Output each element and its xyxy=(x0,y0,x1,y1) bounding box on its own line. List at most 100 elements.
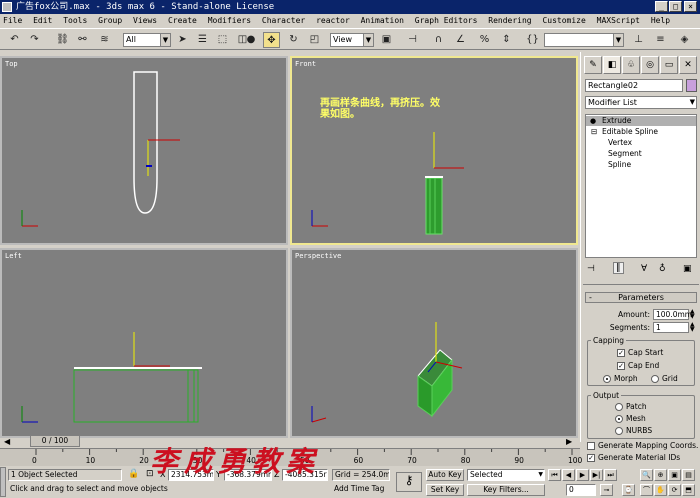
parameters-rollout-header[interactable]: - Parameters xyxy=(585,292,697,303)
go-to-end-icon[interactable]: ⏭ xyxy=(604,469,617,481)
angle-snap-icon[interactable]: ∠ xyxy=(452,32,469,48)
menu-rendering[interactable]: Rendering xyxy=(488,16,531,25)
menu-character[interactable]: Character xyxy=(262,16,305,25)
pin-stack-icon[interactable]: ⊣ xyxy=(587,264,595,274)
menu-tools[interactable]: Tools xyxy=(63,16,87,25)
key-filters-button[interactable]: Key Filters... xyxy=(467,484,545,496)
cap-end-checkbox[interactable]: ✓ Cap End xyxy=(617,361,659,370)
amount-spinner[interactable]: 100.0mm xyxy=(653,309,692,320)
display-tab-icon[interactable]: ▭ xyxy=(660,56,678,74)
time-configuration-icon[interactable]: ⌚ xyxy=(622,484,635,496)
pan-icon[interactable]: ✋ xyxy=(654,484,667,496)
stack-item-segment[interactable]: Segment xyxy=(608,149,642,159)
stack-item-vertex[interactable]: Vertex xyxy=(608,138,632,148)
viewport-perspective[interactable]: Perspective xyxy=(290,248,578,438)
menu-modifiers[interactable]: Modifiers xyxy=(208,16,251,25)
lock-selection-icon[interactable]: 🔒 xyxy=(128,469,139,479)
menu-edit[interactable]: Edit xyxy=(33,16,52,25)
menu-group[interactable]: Group xyxy=(98,16,122,25)
bind-space-warp-icon[interactable]: ≋ xyxy=(96,32,113,48)
menu-views[interactable]: Views xyxy=(133,16,157,25)
create-tab-icon[interactable]: ✎ xyxy=(584,56,602,74)
previous-key-icon[interactable]: ◀ xyxy=(562,469,575,481)
cap-start-checkbox[interactable]: ✓ Cap Start xyxy=(617,348,663,357)
menu-maxscript[interactable]: MAXScript xyxy=(597,16,640,25)
record-icon[interactable]: ● xyxy=(244,32,258,48)
grid-radio[interactable]: Grid xyxy=(651,374,678,383)
play-icon[interactable]: ▶ xyxy=(576,469,589,481)
zoom-icon[interactable]: 🔍 xyxy=(640,469,653,481)
app-icon[interactable] xyxy=(2,2,12,12)
menu-animation[interactable]: Animation xyxy=(361,16,404,25)
go-to-start-icon[interactable]: ⏮ xyxy=(548,469,561,481)
material-editor-icon[interactable]: ◈ xyxy=(676,32,693,48)
lightbulb-icon[interactable]: ● xyxy=(590,116,596,126)
named-selection-dropdown[interactable]: ▼ xyxy=(544,33,624,47)
segments-spinner[interactable]: 1 xyxy=(653,322,689,333)
stack-item-editable-spline[interactable]: Editable Spline xyxy=(602,127,658,137)
morph-radio[interactable]: Morph xyxy=(603,374,638,383)
mirror-icon[interactable]: ⊣ xyxy=(404,32,421,48)
mirror-tool-icon[interactable]: ⊥ xyxy=(630,32,647,48)
set-key-mode-icon[interactable]: ⚷ xyxy=(396,472,422,492)
pivot-center-icon[interactable]: ▣ xyxy=(378,32,395,48)
viewport-front[interactable]: Front 再画样条曲线，再挤压。效果如图。 xyxy=(290,56,578,245)
zoom-extents-all-icon[interactable]: ▤ xyxy=(682,469,695,481)
object-color-swatch[interactable] xyxy=(686,79,697,92)
selection-filter-dropdown[interactable]: All ▼ xyxy=(123,33,171,47)
configure-modifier-sets-icon[interactable]: ▣ xyxy=(683,264,692,274)
menu-file[interactable]: File xyxy=(3,16,22,25)
unlink-icon[interactable]: ⚯ xyxy=(74,32,91,48)
modifier-list-dropdown[interactable]: Modifier List ▼ xyxy=(585,96,697,109)
select-object-icon[interactable]: ➤ xyxy=(174,32,191,48)
current-frame-field[interactable]: 0 xyxy=(566,484,596,496)
rectangular-selection-icon[interactable]: ⬚ xyxy=(214,32,231,48)
field-of-view-icon[interactable]: ⌒ xyxy=(640,484,653,496)
mesh-radio[interactable]: Mesh xyxy=(615,414,646,423)
redo-icon[interactable]: ↷ xyxy=(26,32,43,48)
stack-item-spline[interactable]: Spline xyxy=(608,160,631,170)
next-key-icon[interactable]: ▶| xyxy=(590,469,603,481)
spinner-arrows-icon[interactable]: ▲ ▼ xyxy=(690,309,695,320)
make-unique-icon[interactable]: ∀ xyxy=(641,264,647,274)
utilities-tab-icon[interactable]: ✕ xyxy=(679,56,697,74)
menu-reactor[interactable]: reactor xyxy=(316,16,350,25)
key-mode-toggle-icon[interactable]: ⊸ xyxy=(600,484,613,496)
select-link-icon[interactable]: ⛓ xyxy=(54,32,71,48)
select-and-rotate-icon[interactable]: ↻ xyxy=(285,32,302,48)
undo-icon[interactable]: ↶ xyxy=(6,32,23,48)
zoom-all-icon[interactable]: ⊕ xyxy=(654,469,667,481)
snap-toggle-icon[interactable]: ∩ xyxy=(430,32,447,48)
spinner-arrows-icon[interactable]: ▲ ▼ xyxy=(690,322,695,333)
reference-coordinate-dropdown[interactable]: View ▼ xyxy=(330,33,374,47)
select-by-name-icon[interactable]: ☰ xyxy=(194,32,211,48)
auto-key-button[interactable]: Auto Key xyxy=(426,469,464,481)
menu-customize[interactable]: Customize xyxy=(542,16,585,25)
time-slider-thumb[interactable]: 0 / 100 xyxy=(30,435,80,447)
remove-modifier-icon[interactable]: ♁ xyxy=(659,264,666,274)
menu-help[interactable]: Help xyxy=(651,16,670,25)
select-and-move-icon[interactable]: ✥ xyxy=(263,32,280,48)
arc-rotate-icon[interactable]: ⟳ xyxy=(668,484,681,496)
nurbs-radio[interactable]: NURBS xyxy=(615,426,652,435)
hierarchy-tab-icon[interactable]: ♧ xyxy=(622,56,640,74)
viewport-left[interactable]: Left xyxy=(0,248,288,438)
expand-icon[interactable]: ⊟ xyxy=(591,127,597,137)
close-button[interactable]: × xyxy=(684,1,697,12)
add-time-tag-button[interactable]: Add Time Tag xyxy=(332,484,390,496)
modify-tab-icon[interactable]: ◧ xyxy=(603,56,621,74)
stack-item-extrude[interactable]: Extrude xyxy=(586,116,696,126)
prev-frame-icon[interactable]: ◀ xyxy=(4,437,10,446)
next-frame-icon[interactable]: ▶ xyxy=(566,437,572,446)
generate-matids-checkbox[interactable]: ✓ Generate Material IDs xyxy=(587,453,680,462)
select-and-scale-icon[interactable]: ◰ xyxy=(306,32,323,48)
named-selection-icon[interactable]: {} xyxy=(524,32,541,48)
maxscript-listener-icon[interactable] xyxy=(0,467,6,497)
motion-tab-icon[interactable]: ◎ xyxy=(641,56,659,74)
align-icon[interactable]: ≡ xyxy=(652,32,669,48)
menu-graph-editors[interactable]: Graph Editors xyxy=(415,16,478,25)
minimize-button[interactable]: _ xyxy=(655,1,668,12)
generate-mapping-checkbox[interactable]: Generate Mapping Coords. xyxy=(587,441,698,450)
key-mode-dropdown[interactable]: Selected ▼ xyxy=(467,469,545,481)
maximize-button[interactable]: □ xyxy=(669,1,682,12)
